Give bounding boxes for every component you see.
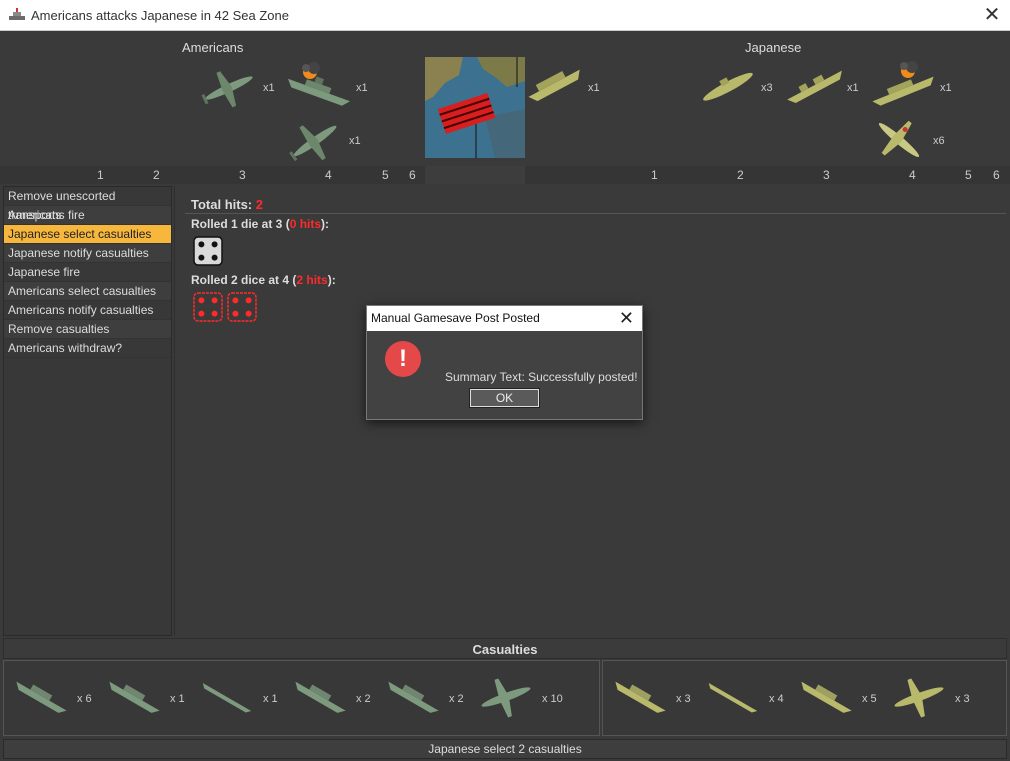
casualty-count: x 10 [542,693,563,705]
dice-label: 4 [909,168,916,182]
dice-label: 1 [651,168,658,182]
dice-value-axis: 1 2 3 4 5 6 1 2 3 4 5 6 [0,166,1010,184]
battle-step-item[interactable]: Americans select casualties [4,282,171,301]
window-titlebar: Americans attacks Japanese in 42 Sea Zon… [0,0,1010,31]
fighter-plane-icon [888,669,950,728]
battle-step-item[interactable]: Japanese notify casualties [4,244,171,263]
casualty-count: x 4 [769,693,784,705]
casualty-count: x 3 [676,693,691,705]
dice-label: 3 [239,168,246,182]
unit-count: x1 [356,82,368,94]
roll-text: Rolled 1 die at 3 ( [191,217,290,231]
battle-step-item[interactable]: Japanese fire [4,263,171,282]
roll-line-2: Rolled 2 dice at 4 (2 hits): [191,273,336,287]
dialog-message: Summary Text: Successfully posted! [445,370,638,384]
status-bar: Japanese select 2 casualties [3,739,1007,759]
submarine-icon [696,61,758,109]
die-icon [193,236,223,266]
attacker-name: Americans [182,40,244,55]
battle-step-item[interactable]: Americans withdraw? [4,339,171,358]
roll-hits: 0 hits [289,217,322,231]
transport-ship-icon [10,669,72,728]
window-close-button[interactable]: ✕ [980,3,1004,27]
destroyer-icon [782,61,848,111]
casualties-panel-japanese: x 3 x 4 x 5 x 3 [602,660,1007,736]
dice-label: 6 [993,168,1000,182]
roll-text: Rolled 2 dice at 4 ( [191,273,297,287]
dice-label: 4 [325,168,332,182]
dialog-titlebar: Manual Gamesave Post Posted ✕ [367,306,642,331]
submarine-icon [702,669,764,728]
unit-count: x1 [847,82,859,94]
app-icon [9,8,25,20]
transport-ship-icon [524,61,586,109]
battle-step-item[interactable]: Remove casualties [4,320,171,339]
sea-zone-map-thumbnail [425,57,525,158]
fighter-plane-icon [284,115,346,167]
roll-line-1: Rolled 1 die at 3 (0 hits): [191,217,329,231]
casualties-panel-americans: x 6 x 1 x 1 x 2 x 2 x 10 [3,660,600,736]
die-hit-icon [227,292,257,322]
dice-label: 3 [823,168,830,182]
battle-step-item[interactable]: Americans fire [4,206,171,225]
battle-display: Americans Japanese x1 x1 x1 x1 x3 x1 x1 … [0,31,1010,184]
casualty-count: x 1 [170,693,185,705]
roll-text: ): [327,273,336,287]
dice-label: 5 [965,168,972,182]
message-dialog: Manual Gamesave Post Posted ✕ ! Summary … [366,305,643,420]
fighter-plane-icon [475,669,537,728]
battle-step-item[interactable]: Americans notify casualties [4,301,171,320]
total-hits-label: Total hits: [191,197,256,212]
battle-steps-list: Remove unescorted transportsAmericans fi… [3,186,172,636]
dialog-close-button[interactable]: ✕ [619,306,634,330]
destroyer-icon [103,669,165,728]
terrain-column-spacer [425,166,525,184]
total-hits: Total hits: 2 [191,197,263,212]
fighter-plane-icon [868,113,930,167]
casualty-count: x 5 [862,693,877,705]
dice-label: 6 [409,168,416,182]
cruiser-icon [289,669,351,728]
window-title: Americans attacks Japanese in 42 Sea Zon… [31,8,289,23]
dice-label: 1 [97,168,104,182]
roll-hits: 2 hits [296,273,328,287]
defender-name: Japanese [745,40,802,55]
unit-count: x1 [263,82,275,94]
unit-count: x1 [588,82,600,94]
dice-label: 2 [737,168,744,182]
casualty-count: x 2 [356,693,371,705]
error-icon: ! [385,341,421,377]
casualty-count: x 1 [263,693,278,705]
casualty-count: x 6 [77,693,92,705]
die-hit-icon [193,292,223,322]
divider [185,213,1006,214]
casualty-count: x 3 [955,693,970,705]
casualty-count: x 2 [449,693,464,705]
unit-count: x1 [940,82,952,94]
transport-ship-icon [795,669,857,728]
fighter-plane-icon [198,63,260,113]
casualties-header: Casualties [3,638,1007,659]
unit-count: x1 [349,135,361,147]
battle-step-item[interactable]: Remove unescorted transports [4,187,171,222]
destroyer-icon [609,669,671,728]
dice-label: 5 [382,168,389,182]
damaged-battleship-icon [284,60,354,112]
roll-text: ): [321,217,330,231]
dice-label: 2 [153,168,160,182]
battle-step-item[interactable]: Japanese select casualties [4,225,171,244]
unit-count: x3 [761,82,773,94]
submarine-icon [196,669,258,728]
ok-button[interactable]: OK [469,388,540,408]
damaged-battleship-icon [868,59,938,111]
battleship-icon [382,669,444,728]
unit-count: x6 [933,135,945,147]
total-hits-value: 2 [255,197,263,212]
dialog-title: Manual Gamesave Post Posted [371,311,540,325]
